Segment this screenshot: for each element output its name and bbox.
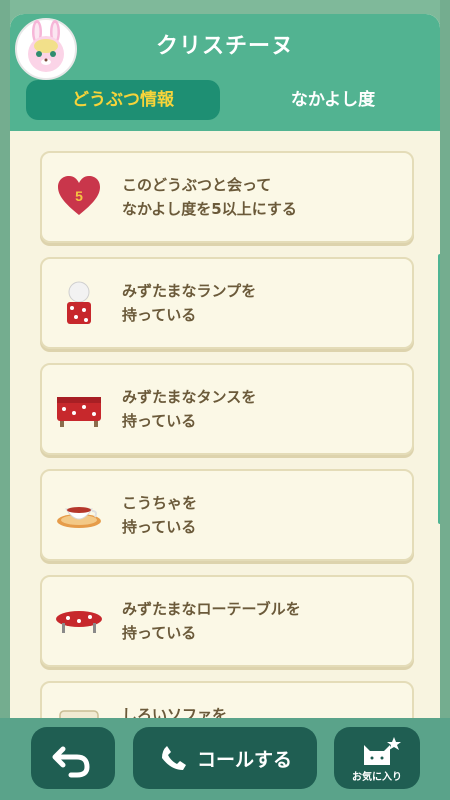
favorite-label: お気に入り (352, 772, 402, 783)
lamp-icon (54, 277, 104, 327)
condition-line2: 持っている (122, 518, 197, 536)
background-left (0, 0, 10, 800)
condition-line1: みずたまなタンスを (122, 388, 257, 406)
heart-icon: 5 (54, 171, 104, 221)
condition-line2: 持っている (122, 412, 197, 430)
cat-star-icon (364, 737, 401, 765)
condition-card: みずたまなタンスを 持っている (40, 363, 414, 455)
condition-line1: こうちゃを (122, 494, 198, 512)
condition-card: みずたまなローテーブルを 持っている (40, 575, 414, 667)
condition-line1: みずたまなローテーブルを (122, 600, 301, 618)
villager-name: クリスチーヌ (155, 34, 294, 59)
condition-text: みずたまなローテーブルを 持っている (122, 597, 402, 645)
villager-panel: クリスチーヌ どうぶつ情報 なかよし度 5 このどうぶつと会って なかよし度を5… (10, 14, 440, 800)
scrollbar[interactable] (438, 254, 440, 524)
condition-line1: このどうぶつと会って (122, 176, 272, 194)
tea-cup-icon (54, 489, 104, 539)
condition-line2: 持っている (122, 306, 197, 324)
condition-text: みずたまなタンスを 持っている (122, 385, 402, 433)
condition-line2: なかよし度を5以上にする (122, 200, 297, 218)
low-table-icon (54, 595, 104, 645)
condition-text: このどうぶつと会って なかよし度を5以上にする (122, 173, 402, 221)
background-right (440, 0, 450, 800)
condition-list[interactable]: 5 このどうぶつと会って なかよし度を5以上にする みずたまなランプを 持ってい (10, 131, 440, 731)
condition-text: こうちゃを 持っている (122, 491, 402, 539)
condition-card: みずたまなランプを 持っている (40, 257, 414, 349)
call-button[interactable]: コールする (133, 727, 317, 789)
condition-text: みずたまなランプを 持っている (122, 279, 402, 327)
heart-number: 5 (75, 188, 83, 204)
condition-line2: 持っている (122, 624, 197, 642)
header: クリスチーヌ どうぶつ情報 なかよし度 (10, 14, 440, 131)
tab-friendship[interactable]: なかよし度 (236, 80, 430, 120)
condition-card: 5 このどうぶつと会って なかよし度を5以上にする (40, 151, 414, 243)
tab-animal-info[interactable]: どうぶつ情報 (26, 80, 220, 120)
call-label: コールする (197, 749, 293, 771)
back-arrow-icon (52, 746, 90, 778)
bottom-bar: コールする お気に入り (0, 718, 450, 800)
condition-line1: みずたまなランプを (122, 282, 257, 300)
condition-card: こうちゃを 持っている (40, 469, 414, 561)
back-button[interactable] (31, 727, 115, 789)
dresser-icon (54, 383, 104, 433)
phone-icon (162, 746, 186, 770)
favorite-button[interactable]: お気に入り (334, 727, 420, 789)
